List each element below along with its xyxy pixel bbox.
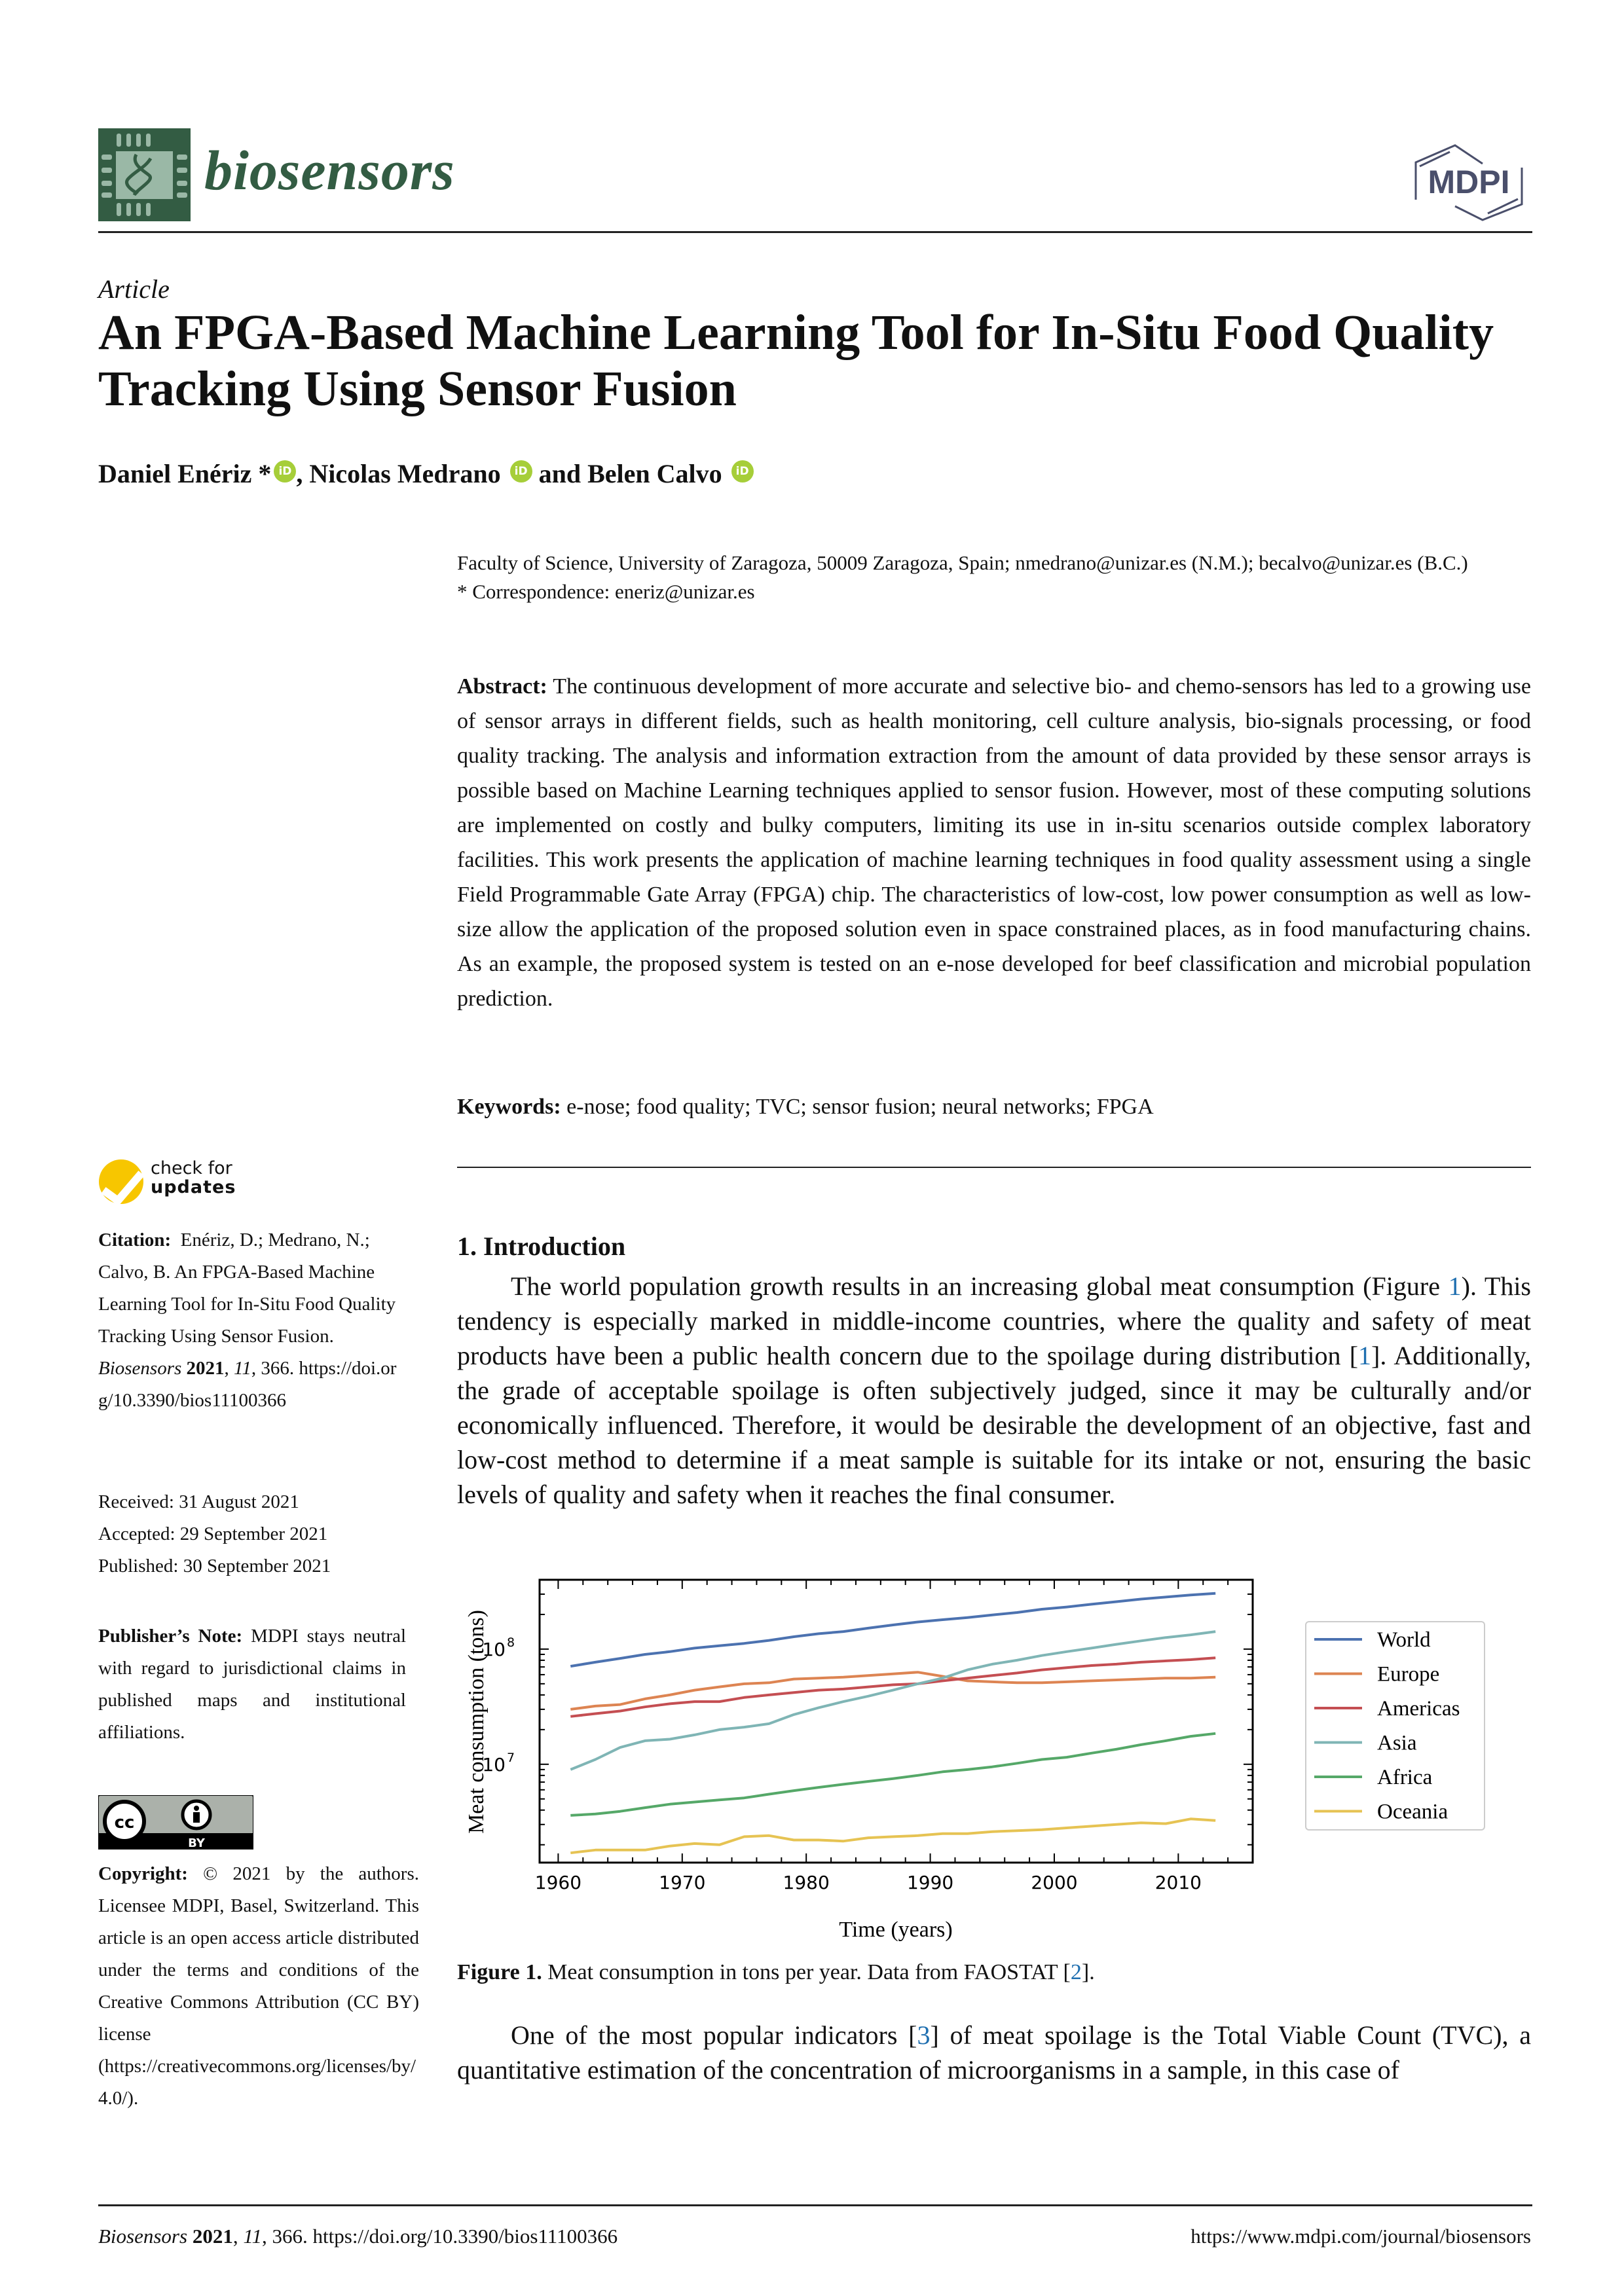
- footer-year: 2021: [192, 2225, 233, 2248]
- publication-dates: Received: 31 August 2021 Accepted: 29 Se…: [98, 1486, 406, 1582]
- corresponding-mark: *: [258, 459, 272, 488]
- author-name: Daniel Enériz: [98, 459, 252, 488]
- abstract-label: Abstract:: [457, 674, 547, 699]
- published-date: Published: 30 September 2021: [98, 1556, 331, 1576]
- orcid-icon[interactable]: iD: [509, 460, 532, 483]
- citation-ref-link[interactable]: 2: [1071, 1960, 1082, 1984]
- cc-label: cc: [115, 1813, 135, 1832]
- legend-label: Africa: [1377, 1766, 1433, 1789]
- footer-journal-url-link[interactable]: https://www.mdpi.com/journal/biosensors: [1190, 2225, 1531, 2248]
- footer-rule: [98, 2204, 1532, 2206]
- copyright-text: © 2021 by the authors. Licensee MDPI, Ba…: [98, 1863, 420, 2109]
- citation-article: , 366.: [251, 1358, 295, 1379]
- citation-ref-link[interactable]: 1: [1358, 1341, 1371, 1370]
- orcid-icon[interactable]: iD: [731, 460, 754, 483]
- legend-label: Oceania: [1377, 1800, 1448, 1824]
- chart-legend: World Europe Americas Asia Africa Oceania: [1305, 1621, 1485, 1831]
- x-tick-labels: 1960 1970 1980 1990 2000 2010: [535, 1872, 1202, 1893]
- keywords-text: e-nose; food quality; TVC; sensor fusion…: [566, 1095, 1154, 1119]
- author-separator: and: [538, 459, 588, 488]
- abstract-rule: [457, 1167, 1531, 1168]
- citation-label: Citation:: [98, 1230, 172, 1250]
- y-axis-label: Meat consumption (tons): [464, 1610, 489, 1834]
- citation: Citation: Enériz, D.; Medrano, N.; Calvo…: [98, 1230, 397, 1411]
- by-label: BY: [188, 1836, 206, 1850]
- journal-logo-icon: [98, 128, 191, 221]
- publisher-note: Publisher’s Note: MDPI stays neutral wit…: [98, 1620, 406, 1749]
- figure-caption-text: ].: [1081, 1960, 1095, 1984]
- received-date: Received: 31 August 2021: [98, 1491, 299, 1512]
- affiliations: Faculty of Science, University of Zarago…: [457, 549, 1531, 606]
- citation-volume: 11: [234, 1358, 251, 1379]
- check-updates-icon: [99, 1159, 144, 1205]
- legend-label: Asia: [1377, 1732, 1417, 1755]
- footer-journal: Biosensors: [98, 2225, 188, 2248]
- legend-label: Americas: [1377, 1697, 1460, 1721]
- legend-label: World: [1377, 1628, 1431, 1652]
- x-tick-label: 2000: [1031, 1872, 1077, 1893]
- check-updates-label: check for: [151, 1158, 232, 1178]
- footer-doi-link[interactable]: , 366. https://doi.org/10.3390/bios11100…: [262, 2225, 618, 2248]
- keywords: Keywords: e-nose; food quality; TVC; sen…: [457, 1095, 1531, 1120]
- article-type: Article: [98, 274, 170, 304]
- figure-caption: Figure 1. Meat consumption in tons per y…: [457, 1960, 1531, 1985]
- header-rule: [98, 231, 1532, 233]
- y-tick-exponent: 7: [507, 1751, 515, 1765]
- check-updates-label-bold: updates: [151, 1177, 236, 1197]
- affiliation-line: Faculty of Science, University of Zarago…: [457, 551, 1468, 574]
- copyright: Copyright: © 2021 by the authors. Licens…: [98, 1858, 419, 2115]
- paragraph-text: The world population growth results in a…: [511, 1271, 1449, 1301]
- correspondence: * Correspondence: eneriz@unizar.es: [457, 580, 755, 603]
- cc-by-license-icon[interactable]: cc BY: [98, 1795, 253, 1850]
- author-separator: ,: [296, 459, 310, 488]
- y-tick-exponent: 8: [507, 1635, 515, 1650]
- paragraph-text: One of the most popular indicators [: [511, 2020, 917, 2050]
- intro-paragraph: The world population growth results in a…: [457, 1269, 1531, 1512]
- x-tick-label: 1980: [783, 1872, 830, 1893]
- keywords-label: Keywords:: [457, 1095, 561, 1119]
- check-for-updates-button[interactable]: check for updates: [98, 1157, 262, 1210]
- plot-frame: [538, 1578, 1254, 1864]
- figure-caption-label: Figure 1.: [457, 1960, 542, 1984]
- x-tick-label: 1990: [907, 1872, 953, 1893]
- figure-caption-text: Meat consumption in tons per year. Data …: [542, 1960, 1071, 1984]
- author-name: Nicolas Medrano: [309, 459, 501, 488]
- publisher-note-label: Publisher’s Note:: [98, 1626, 243, 1647]
- x-tick-label: 2010: [1155, 1872, 1202, 1893]
- citation-journal: Biosensors: [98, 1358, 182, 1379]
- x-axis-label: Time (years): [839, 1918, 952, 1942]
- journal-name: biosensors: [204, 139, 455, 202]
- copyright-label: Copyright:: [98, 1863, 188, 1884]
- author-list: Daniel Enériz * iD, Nicolas Medrano iD an…: [98, 458, 754, 489]
- mdpi-logo-text: MDPI: [1428, 164, 1510, 200]
- page-title: An FPGA-Based Machine Learning Tool for …: [98, 305, 1494, 416]
- legend-label: Europe: [1377, 1663, 1439, 1686]
- x-tick-label: 1960: [535, 1872, 581, 1893]
- citation-ref-link[interactable]: 3: [917, 2020, 930, 2050]
- author-name: Belen Calvo: [587, 459, 722, 488]
- figure-ref-link[interactable]: 1: [1449, 1271, 1462, 1301]
- orcid-icon[interactable]: iD: [274, 460, 297, 483]
- meat-consumption-chart: 1960 1970 1980 1990 2000 2010 10 710 8 Time (ye…: [464, 1578, 1485, 1942]
- footer-volume: 11: [243, 2225, 263, 2248]
- x-tick-label: 1970: [659, 1872, 705, 1893]
- accepted-date: Accepted: 29 September 2021: [98, 1523, 328, 1544]
- abstract: Abstract: The continuous development of …: [457, 669, 1531, 1016]
- section-heading: 1. Introduction: [457, 1231, 626, 1261]
- footer-citation: Biosensors 2021, 11, 366. https://doi.or…: [98, 2225, 618, 2248]
- paragraph: One of the most popular indicators [3] o…: [457, 2018, 1531, 2087]
- citation-year: 2021: [186, 1358, 225, 1379]
- mdpi-logo-icon: MDPI: [1414, 144, 1523, 221]
- abstract-text: The continuous development of more accur…: [457, 674, 1531, 1011]
